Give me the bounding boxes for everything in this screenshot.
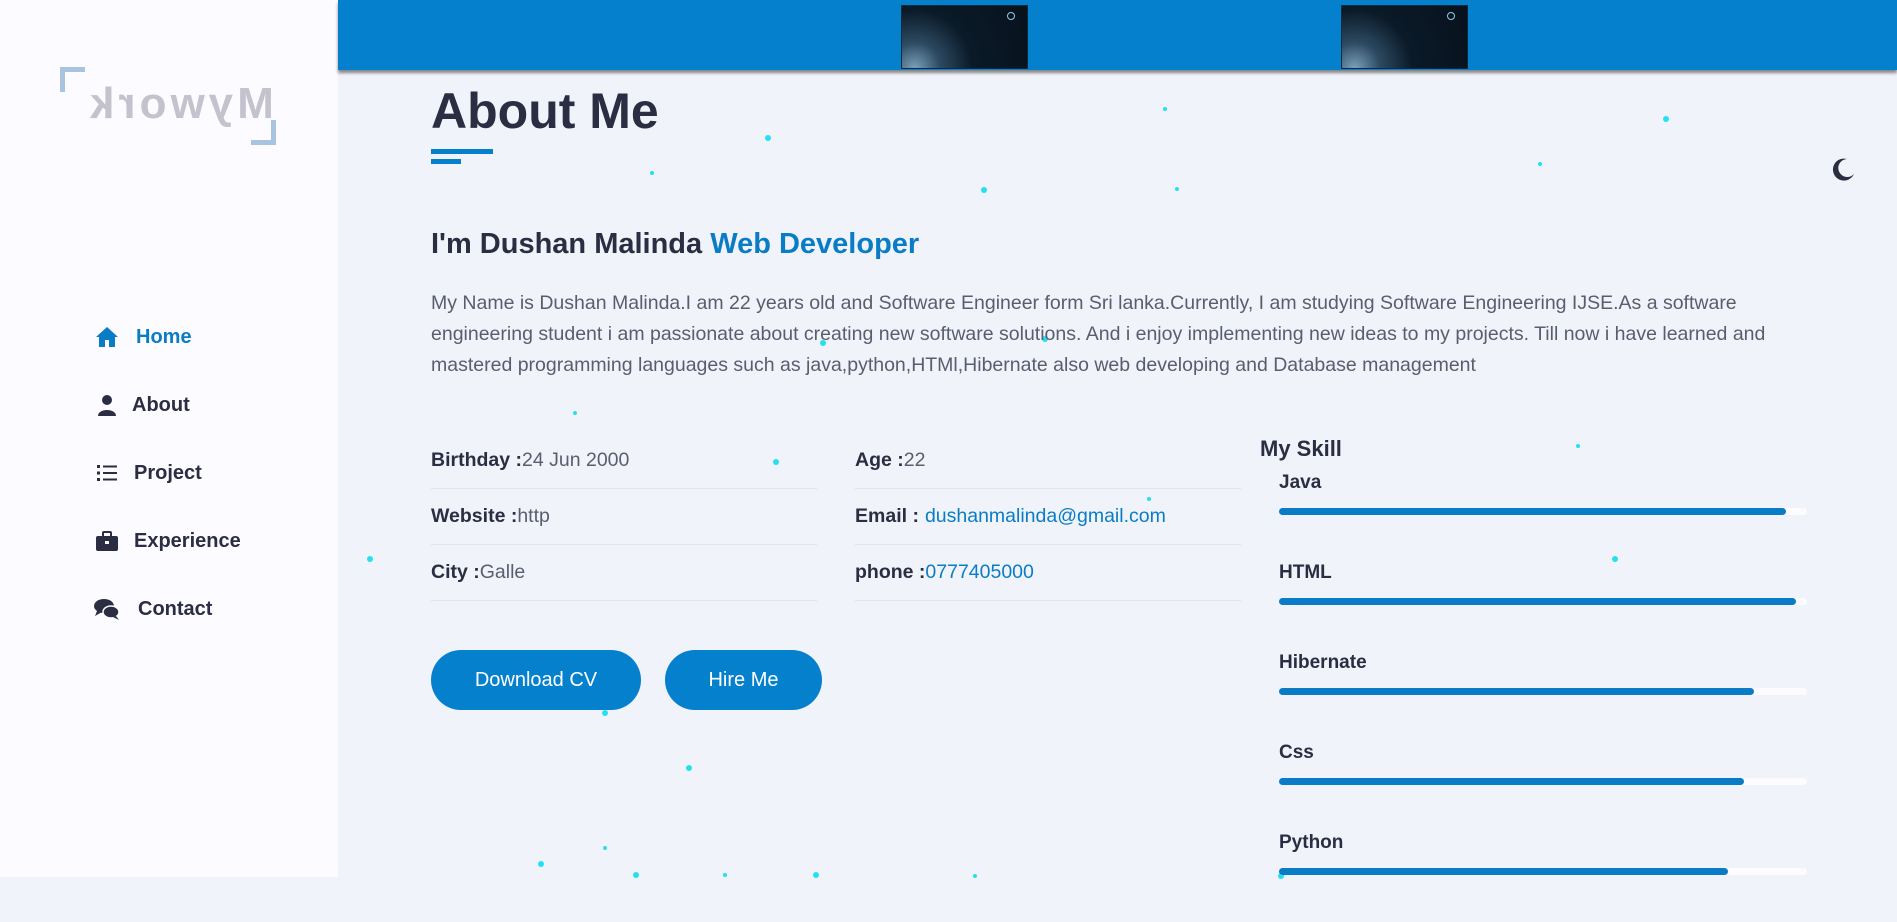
skill-list: Java HTML Hibernate Css Python [1260,472,1807,922]
skill-bar-fill [1279,508,1786,515]
logo-corner-top-left [60,67,85,92]
info-label: Birthday : [431,449,523,471]
sidebar-nav: Home About Project Experience Contact [94,303,241,643]
download-cv-button[interactable]: Download CV [431,650,641,710]
sidebar-item-contact[interactable]: Contact [94,575,241,643]
hire-me-button[interactable]: Hire Me [665,650,822,710]
skill-name: Java [1279,472,1322,493]
sidebar-item-label: Contact [138,597,213,620]
info-value: 24 Jun 2000 [522,449,630,471]
phone-link[interactable]: 0777405000 [925,561,1033,584]
skill-bar-fill [1279,868,1728,875]
sidebar-item-about[interactable]: About [94,371,241,439]
skill-bar-track [1279,868,1807,875]
top-banner [338,0,1897,70]
bio-text: My Name is Dushan Malinda.I am 22 years … [431,292,1766,376]
sidebar: Mywork Home About Project Experience Con… [0,0,338,877]
intro-headline: I'm Dushan Malinda Web Developer [431,228,919,261]
skill-item: Java [1279,472,1807,562]
email-link[interactable]: dushanmalinda@gmail.com [925,505,1166,528]
info-row-phone: phone : 0777405000 [855,545,1241,601]
title-underline [431,149,493,154]
sidebar-item-label: Project [134,461,202,484]
skills-title: My Skill [1260,436,1342,461]
moon-icon[interactable] [1830,156,1856,182]
info-row-website: Website : http [431,489,817,545]
skill-name: Hibernate [1279,652,1367,673]
skill-bar-track [1279,508,1807,515]
info-value: 22 [903,449,926,471]
info-label: Email : [855,505,919,527]
skill-item: Python [1279,832,1807,922]
sidebar-item-project[interactable]: Project [94,439,241,507]
skill-name: Css [1279,742,1314,763]
skill-item: HTML [1279,562,1807,652]
skill-bar-track [1279,598,1807,605]
info-label: City : [431,561,480,583]
logo[interactable]: Mywork [60,67,276,145]
info-label: phone : [855,561,926,583]
banner-thumbnail [1341,5,1468,69]
skill-bar-track [1279,688,1807,695]
briefcase-icon [94,528,120,554]
info-label: Website : [431,505,518,527]
skill-item: Hibernate [1279,652,1807,742]
sidebar-item-label: About [132,393,190,416]
intro-role: Web Developer [710,228,920,260]
info-row-city: City : Galle [431,545,817,601]
info-column-right: Age : 22 Email : dushanmalinda@gmail.com… [855,433,1241,601]
info-column-left: Birthday : 24 Jun 2000 Website : http Ci… [431,433,817,601]
skill-item: Css [1279,742,1807,832]
banner-thumbnail [901,5,1028,69]
info-value: http [517,505,550,527]
page-title: About Me [431,83,659,139]
info-value: Galle [479,561,526,583]
sidebar-item-experience[interactable]: Experience [94,507,241,575]
user-icon [94,392,120,418]
list-icon [94,460,120,486]
info-row-email: Email : dushanmalinda@gmail.com [855,489,1241,545]
sidebar-item-label: Home [136,325,192,348]
skill-bar-fill [1279,778,1744,785]
sidebar-item-home[interactable]: Home [94,303,241,371]
info-label: Age : [855,449,904,471]
info-row-birthday: Birthday : 24 Jun 2000 [431,433,817,489]
info-row-age: Age : 22 [855,433,1241,489]
skill-bar-fill [1279,598,1797,605]
sidebar-item-label: Experience [134,529,241,552]
skill-name: HTML [1279,562,1332,583]
chat-icon [94,596,120,622]
logo-text: Mywork [86,79,274,128]
skill-bar-track [1279,778,1807,785]
home-icon [94,324,120,350]
skill-bar-fill [1279,688,1755,695]
skill-name: Python [1279,832,1344,853]
skills-panel: My Skill Java HTML Hibernate Css Python [1260,436,1807,922]
intro-name: I'm Dushan Malinda [431,228,703,260]
title-underline-short [431,159,461,164]
